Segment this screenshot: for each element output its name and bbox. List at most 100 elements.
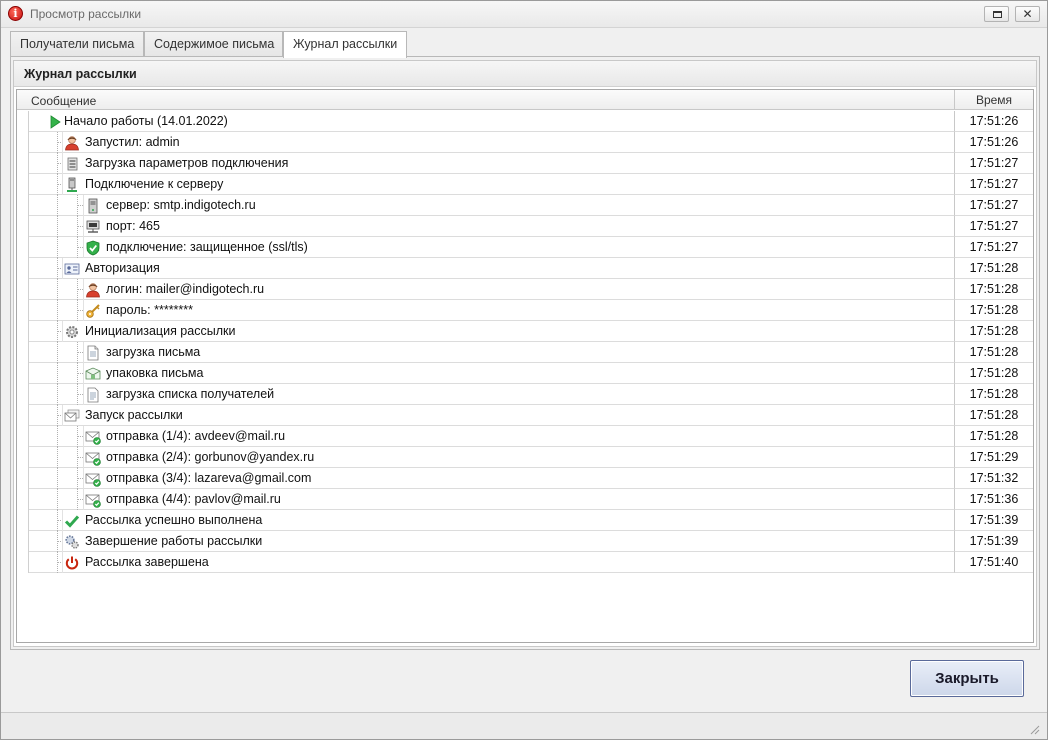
message-cell[interactable]: сервер: smtp.indigotech.ru bbox=[29, 195, 954, 216]
message-cell[interactable]: порт: 465 bbox=[29, 216, 954, 237]
message-cell[interactable]: логин: mailer@indigotech.ru bbox=[29, 279, 954, 300]
log-row[interactable]: загрузка письма 17:51:28 bbox=[17, 342, 1033, 363]
time-cell[interactable]: 17:51:28 bbox=[954, 300, 1033, 321]
close-button[interactable]: Закрыть bbox=[910, 660, 1024, 697]
log-row[interactable]: Рассылка успешно выполнена 17:51:39 bbox=[17, 510, 1033, 531]
log-row[interactable]: Завершение работы рассылки 17:51:39 bbox=[17, 531, 1033, 552]
log-row[interactable]: Авторизация 17:51:28 bbox=[17, 258, 1033, 279]
message-cell[interactable]: отправка (3/4): lazareva@gmail.com bbox=[29, 468, 954, 489]
log-row[interactable]: отправка (4/4): pavlov@mail.ru 17:51:36 bbox=[17, 489, 1033, 510]
time-cell[interactable]: 17:51:39 bbox=[954, 531, 1033, 552]
message-text: Подключение к серверу bbox=[85, 177, 224, 191]
time-cell[interactable]: 17:51:28 bbox=[954, 405, 1033, 426]
log-grid[interactable]: Сообщение Время Начало работы (14.01.202… bbox=[16, 89, 1034, 643]
id-card-icon bbox=[64, 261, 80, 277]
log-row[interactable]: Запуск рассылки 17:51:28 bbox=[17, 405, 1033, 426]
time-cell[interactable]: 17:51:27 bbox=[954, 237, 1033, 258]
log-row[interactable]: упаковка письма 17:51:28 bbox=[17, 363, 1033, 384]
message-cell[interactable]: отправка (1/4): avdeev@mail.ru bbox=[29, 426, 954, 447]
time-cell[interactable]: 17:51:28 bbox=[954, 321, 1033, 342]
message-text: отправка (3/4): lazareva@gmail.com bbox=[106, 471, 312, 485]
message-cell[interactable]: Загрузка параметров подключения bbox=[29, 153, 954, 174]
log-row[interactable]: Запустил: admin 17:51:26 bbox=[17, 132, 1033, 153]
log-row[interactable]: Загрузка параметров подключения 17:51:27 bbox=[17, 153, 1033, 174]
tree-indent bbox=[29, 447, 84, 468]
time-cell[interactable]: 17:51:26 bbox=[954, 111, 1033, 132]
tree-indent bbox=[29, 174, 63, 195]
message-cell[interactable]: подключение: защищенное (ssl/tls) bbox=[29, 237, 954, 258]
message-cell[interactable]: Начало работы (14.01.2022) bbox=[29, 111, 954, 132]
log-row[interactable]: Начало работы (14.01.2022) 17:51:26 bbox=[17, 111, 1033, 132]
message-cell[interactable]: Инициализация рассылки bbox=[29, 321, 954, 342]
tree-indent bbox=[29, 489, 84, 510]
tab-recipients[interactable]: Получатели письма bbox=[10, 31, 144, 57]
message-cell[interactable]: загрузка списка получателей bbox=[29, 384, 954, 405]
time-cell[interactable]: 17:51:40 bbox=[954, 552, 1033, 573]
column-header-time[interactable]: Время bbox=[954, 90, 1033, 110]
message-text: Завершение работы рассылки bbox=[85, 534, 263, 548]
message-cell[interactable]: Рассылка успешно выполнена bbox=[29, 510, 954, 531]
message-text: порт: 465 bbox=[106, 219, 160, 233]
column-header-message[interactable]: Сообщение bbox=[31, 94, 96, 108]
log-row[interactable]: загрузка списка получателей 17:51:28 bbox=[17, 384, 1033, 405]
tree-indent bbox=[29, 279, 84, 300]
time-cell[interactable]: 17:51:36 bbox=[954, 489, 1033, 510]
tab-content[interactable]: Содержимое письма bbox=[144, 31, 283, 57]
log-row[interactable]: сервер: smtp.indigotech.ru 17:51:27 bbox=[17, 195, 1033, 216]
status-bar bbox=[1, 712, 1047, 739]
time-cell[interactable]: 17:51:27 bbox=[954, 195, 1033, 216]
message-text: Рассылка успешно выполнена bbox=[85, 513, 263, 527]
time-cell[interactable]: 17:51:27 bbox=[954, 174, 1033, 195]
package-icon bbox=[85, 366, 101, 382]
log-row[interactable]: Рассылка завершена 17:51:40 bbox=[17, 552, 1033, 573]
time-cell[interactable]: 17:51:27 bbox=[954, 153, 1033, 174]
message-cell[interactable]: отправка (2/4): gorbunov@yandex.ru bbox=[29, 447, 954, 468]
log-row[interactable]: отправка (1/4): avdeev@mail.ru 17:51:28 bbox=[17, 426, 1033, 447]
time-cell[interactable]: 17:51:28 bbox=[954, 426, 1033, 447]
window-close-button[interactable]: ✕ bbox=[1015, 6, 1040, 22]
log-row[interactable]: Инициализация рассылки 17:51:28 bbox=[17, 321, 1033, 342]
group-title: Журнал рассылки bbox=[24, 67, 137, 81]
time-cell[interactable]: 17:51:28 bbox=[954, 384, 1033, 405]
message-cell[interactable]: отправка (4/4): pavlov@mail.ru bbox=[29, 489, 954, 510]
time-cell[interactable]: 17:51:29 bbox=[954, 447, 1033, 468]
message-cell[interactable]: Завершение работы рассылки bbox=[29, 531, 954, 552]
log-row[interactable]: подключение: защищенное (ssl/tls) 17:51:2… bbox=[17, 237, 1033, 258]
resize-grip-icon[interactable] bbox=[1028, 723, 1040, 735]
log-row[interactable]: отправка (3/4): lazareva@gmail.com 17:51:… bbox=[17, 468, 1033, 489]
message-cell[interactable]: Рассылка завершена bbox=[29, 552, 954, 573]
message-cell[interactable]: Запуск рассылки bbox=[29, 405, 954, 426]
log-row[interactable]: порт: 465 17:51:27 bbox=[17, 216, 1033, 237]
log-row[interactable]: Подключение к серверу 17:51:27 bbox=[17, 174, 1033, 195]
message-cell[interactable]: Авторизация bbox=[29, 258, 954, 279]
message-cell[interactable]: загрузка письма bbox=[29, 342, 954, 363]
tab-log[interactable]: Журнал рассылки bbox=[283, 31, 407, 58]
log-row[interactable]: логин: mailer@indigotech.ru 17:51:28 bbox=[17, 279, 1033, 300]
mailing-view-window: i Просмотр рассылки ✕ Получатели письма … bbox=[0, 0, 1048, 740]
time-cell[interactable]: 17:51:28 bbox=[954, 258, 1033, 279]
server-icon bbox=[85, 198, 101, 214]
title-bar[interactable]: i Просмотр рассылки ✕ bbox=[1, 1, 1047, 28]
user-icon bbox=[64, 135, 80, 151]
message-cell[interactable]: упаковка письма bbox=[29, 363, 954, 384]
time-cell[interactable]: 17:51:27 bbox=[954, 216, 1033, 237]
time-cell[interactable]: 17:51:26 bbox=[954, 132, 1033, 153]
mail-sent-icon bbox=[85, 429, 101, 445]
time-cell[interactable]: 17:51:28 bbox=[954, 279, 1033, 300]
tree-indent bbox=[29, 237, 84, 258]
time-cell[interactable]: 17:51:39 bbox=[954, 510, 1033, 531]
tree-indent bbox=[29, 363, 84, 384]
log-row[interactable]: пароль: ******** 17:51:28 bbox=[17, 300, 1033, 321]
message-cell[interactable]: пароль: ******** bbox=[29, 300, 954, 321]
time-cell[interactable]: 17:51:28 bbox=[954, 363, 1033, 384]
message-text: Запуск рассылки bbox=[85, 408, 183, 422]
log-row[interactable]: отправка (2/4): gorbunov@yandex.ru 17:51:… bbox=[17, 447, 1033, 468]
time-cell[interactable]: 17:51:32 bbox=[954, 468, 1033, 489]
mail-sent-icon bbox=[85, 450, 101, 466]
window-title: Просмотр рассылки bbox=[30, 7, 142, 21]
time-cell[interactable]: 17:51:28 bbox=[954, 342, 1033, 363]
message-text: отправка (4/4): pavlov@mail.ru bbox=[106, 492, 281, 506]
message-cell[interactable]: Подключение к серверу bbox=[29, 174, 954, 195]
restore-button[interactable] bbox=[984, 6, 1009, 22]
message-cell[interactable]: Запустил: admin bbox=[29, 132, 954, 153]
